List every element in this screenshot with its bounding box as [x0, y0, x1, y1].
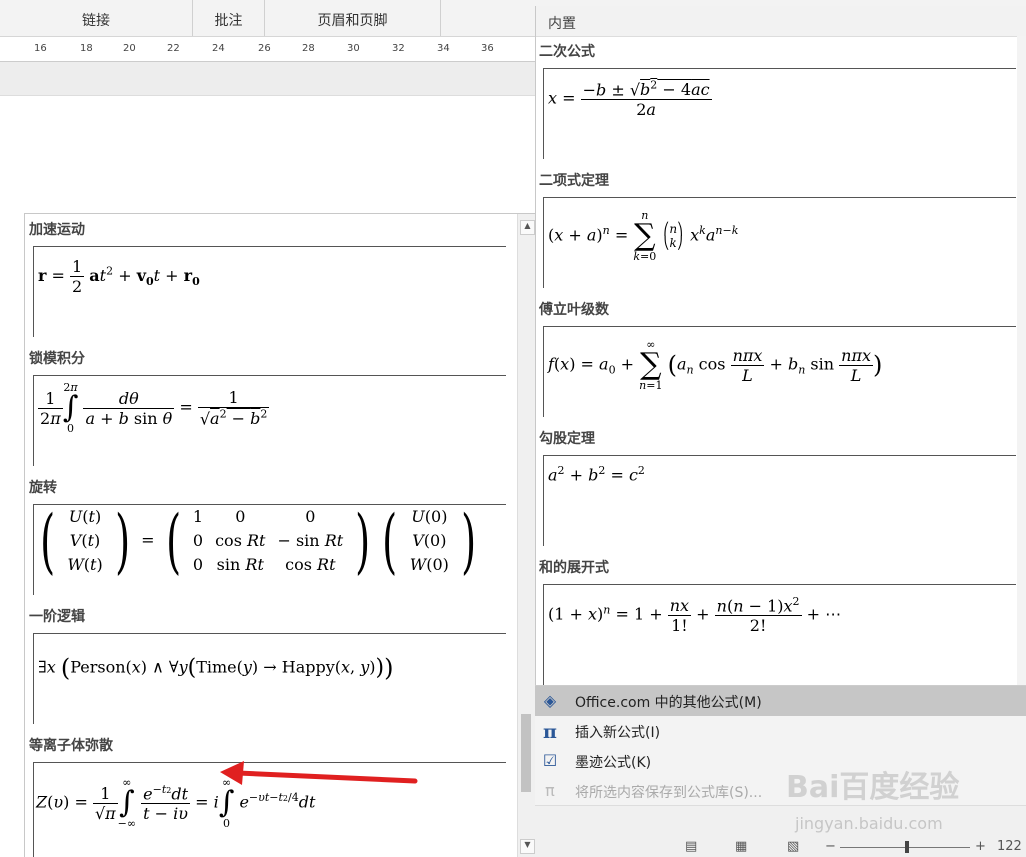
scroll-up-icon[interactable]: ▲	[520, 220, 535, 235]
scroll-thumb[interactable]	[521, 714, 531, 792]
ruler-tick: 20	[123, 43, 136, 54]
baidu-watermark: Bai百度经验	[786, 770, 960, 805]
ribbon-group-comments: 批注	[193, 0, 265, 36]
ribbon-group-label: 链接	[82, 13, 110, 29]
right-gallery-scrollbar[interactable]	[1017, 36, 1026, 686]
equation-gallery-left: 加速运动 r = 12 at2 + v0t + r0 锁模积分 1 2π 2π ∫ 0 …	[24, 213, 536, 857]
status-bar: ▤ ▦ ▧ − + 122	[535, 805, 1026, 857]
zoom-out-icon[interactable]: −	[825, 839, 836, 854]
ribbon-group-links: 链接	[0, 0, 193, 36]
ruler-tick: 36	[481, 43, 494, 54]
ruler-tick: 28	[302, 43, 315, 54]
ruler-tick: 18	[80, 43, 93, 54]
ruler-tick: 30	[347, 43, 360, 54]
horizontal-ruler[interactable]: 16 18 20 22 24 26 28 30 32 34 36	[0, 37, 535, 62]
menu-item-more-equations-office[interactable]: ◈ Office.com 中的其他公式(M)	[535, 686, 1026, 716]
scroll-down-icon[interactable]: ▼	[520, 839, 535, 854]
gallery-header-label: 内置	[548, 16, 576, 32]
equation-pythagorean[interactable]: a2 + b2 = c2	[543, 455, 1016, 546]
document-toolbar-band	[0, 62, 535, 96]
zoom-slider-thumb[interactable]	[905, 841, 909, 853]
pi-icon: π	[543, 721, 557, 743]
section-title-sum-expansion: 和的展开式	[539, 560, 609, 576]
equation-expansion[interactable]: (1 + x)n = 1 + nx 1! + n(n − 1)x2 2! + ⋯	[543, 584, 1016, 685]
office-icon: ◈	[543, 691, 557, 710]
section-title-plasma-dispersion: 等离子体弥散	[29, 738, 113, 754]
menu-item-insert-new-equation[interactable]: π 插入新公式(I)	[535, 716, 1026, 746]
ruler-tick: 24	[212, 43, 225, 54]
save-to-gallery-icon: π	[545, 781, 555, 800]
section-title-rotation: 旋转	[29, 480, 57, 496]
ribbon-group-header-footer: 页眉和页脚	[265, 0, 441, 36]
left-gallery-scrollbar[interactable]: ▲ ▼	[517, 214, 535, 857]
equation-plasma[interactable]: Z(υ) = 1 √π ∞ ∫ −∞ e−t2dt t − iυ = i∞ ∫ 0 e−υt−…	[33, 762, 506, 857]
equation-integral[interactable]: 1 2π 2π ∫ 0 dθ a + b sin θ = 1 √a2 − b2	[33, 375, 506, 466]
section-title-first-order-logic: 一阶逻辑	[29, 609, 85, 625]
ruler-tick: 16	[34, 43, 47, 54]
equation-binomial[interactable]: (x + a)n = n ∑ k=0 ⎛n⎞ ⎝k⎠ xkan−k	[543, 197, 1016, 288]
section-title-quadratic: 二次公式	[539, 44, 595, 60]
ribbon-group-label: 批注	[214, 13, 243, 29]
web-layout-icon[interactable]: ▧	[787, 839, 799, 854]
section-title-fourier: 傅立叶级数	[539, 302, 609, 318]
print-layout-icon[interactable]: ▦	[735, 839, 747, 854]
equation-acceleration[interactable]: r = 12 at2 + v0t + r0	[33, 246, 506, 337]
read-mode-icon[interactable]: ▤	[685, 839, 697, 854]
equation-quadratic[interactable]: x = −b ± √b2 − 4ac 2a	[543, 68, 1016, 159]
ruler-tick: 26	[258, 43, 271, 54]
equation-fourier[interactable]: f(x) = a0 + ∞ ∑ n=1 (an cos nπx L + bn sin …	[543, 326, 1016, 417]
ruler-tick: 22	[167, 43, 180, 54]
ink-equation-icon: ☑	[542, 751, 558, 770]
ruler-tick: 34	[437, 43, 450, 54]
section-title-lock-mode-integral: 锁模积分	[29, 351, 85, 367]
equation-rotation[interactable]: (U(t) V(t) W(t)) = ( 100 0 cos Rt − sin Rt 0…	[33, 504, 506, 595]
section-title-binomial: 二项式定理	[539, 173, 609, 189]
ribbon-group-label: 页眉和页脚	[317, 13, 388, 29]
baidu-watermark-url: jingyan.baidu.com	[795, 814, 943, 833]
zoom-in-icon[interactable]: +	[975, 839, 986, 854]
section-title-pythagorean: 勾股定理	[539, 431, 595, 447]
section-title-accelerated-motion: 加速运动	[29, 222, 85, 238]
equation-logic[interactable]: ∃x (Person(x) ∧ ∀y(Time(y) → Happy(x, y)…	[33, 633, 506, 724]
zoom-level[interactable]: 122	[997, 839, 1022, 854]
gallery-header: 内置	[536, 6, 1026, 37]
ruler-tick: 32	[392, 43, 405, 54]
